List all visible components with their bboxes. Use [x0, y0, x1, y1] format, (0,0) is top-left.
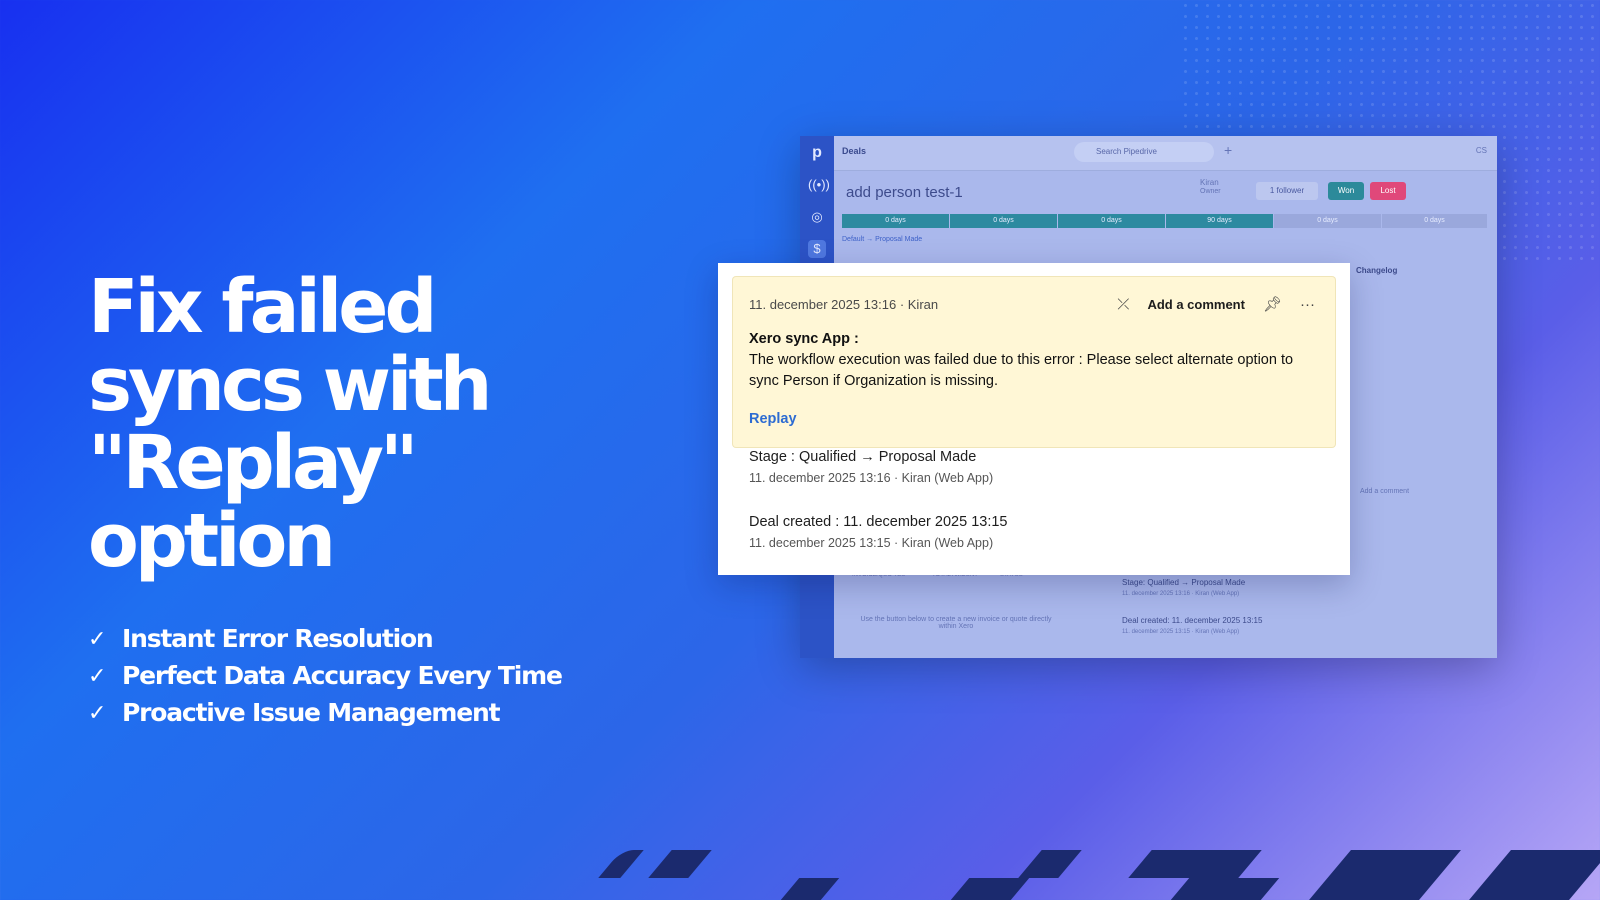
- search-input[interactable]: Search Pipedrive: [1074, 142, 1214, 162]
- pipedrive-logo-icon: p: [812, 144, 822, 161]
- note-text: The workflow execution was failed due to…: [749, 352, 1294, 389]
- stage[interactable]: 0 days: [1382, 214, 1487, 228]
- feature-text: Instant Error Resolution: [122, 624, 434, 653]
- headline: Fix failed syncs with "Replay" option: [88, 264, 492, 584]
- tab-changelog[interactable]: Changelog: [1356, 266, 1397, 275]
- feature-list: ✓ Instant Error Resolution ✓ Perfect Data …: [88, 620, 648, 731]
- stage[interactable]: 0 days: [1274, 214, 1381, 228]
- stage-meta: 11. december 2025 13:16 · Kiran (Web App…: [749, 471, 994, 485]
- created-meta: 11. december 2025 13:15 · Kiran (Web App…: [749, 536, 994, 550]
- feature-text: Proactive Issue Management: [122, 698, 501, 727]
- decor-stripe: [1469, 850, 1600, 900]
- decor-stripe: [1128, 850, 1262, 878]
- created-title: Deal created : 11. december 2025 13:15: [749, 514, 1008, 530]
- won-button[interactable]: Won: [1328, 182, 1364, 200]
- breadcrumb: Default → Proposal Made: [842, 236, 923, 243]
- deal-title: add person test-1: [846, 184, 963, 201]
- sync-error-note: 11. december 2025 13:16 · Kiran ⤫ Add a …: [733, 277, 1335, 447]
- decor-stripe: [598, 850, 644, 878]
- follower-dropdown[interactable]: 1 follower: [1256, 182, 1318, 200]
- plus-icon[interactable]: +: [1224, 142, 1232, 158]
- decor-stripe: [1018, 850, 1082, 878]
- target-icon[interactable]: ◎: [808, 208, 826, 226]
- user-initials[interactable]: CS: [1476, 146, 1487, 155]
- ghost-stage-meta: 11. december 2025 13:16 · Kiran (Web App…: [1122, 591, 1240, 597]
- note-meta: 11. december 2025 13:16 · Kiran: [749, 297, 939, 312]
- feature-item: ✓ Perfect Data Accuracy Every Time: [88, 657, 648, 694]
- stage[interactable]: 90 days: [1166, 214, 1273, 228]
- stage[interactable]: 0 days: [950, 214, 1057, 228]
- replay-link[interactable]: Replay: [749, 411, 797, 427]
- app-topbar: Deals Search Pipedrive + CS: [834, 136, 1497, 171]
- owner-role: Owner: [1200, 188, 1221, 195]
- check-icon: ✓: [88, 699, 107, 725]
- ghost-stage-title: Stage: Qualified → Proposal Made: [1122, 578, 1246, 587]
- ghost-created-title: Deal created: 11. december 2025 13:15: [1122, 616, 1263, 625]
- check-icon: ✓: [88, 625, 107, 651]
- note-body: Xero sync App : The workflow execution w…: [749, 329, 1319, 392]
- ghost-add-comment[interactable]: Add a comment: [1360, 488, 1409, 495]
- decor-stripe: [648, 850, 712, 878]
- stage-title: Stage : Qualified → Proposal Made: [749, 449, 977, 465]
- note-heading: Xero sync App :: [749, 331, 859, 347]
- xero-hint: Use the button below to create a new inv…: [860, 616, 1052, 630]
- pipeline-stages: 0 days 0 days 0 days 90 days 0 days 0 da…: [842, 214, 1487, 228]
- add-comment-button[interactable]: Add a comment: [1147, 297, 1245, 312]
- ghost-created-meta: 11. december 2025 13:15 · Kiran (Web App…: [1122, 629, 1240, 635]
- note-actions: ⤫ Add a comment 📌︎ ···: [1117, 295, 1315, 314]
- feature-item: ✓ Proactive Issue Management: [88, 694, 648, 731]
- check-icon: ✓: [88, 662, 107, 688]
- deals-label: Deals: [842, 146, 867, 156]
- feature-item: ✓ Instant Error Resolution: [88, 620, 648, 657]
- decor-stripe: [1309, 850, 1461, 900]
- collapse-icon[interactable]: ⤫: [1117, 296, 1129, 313]
- more-icon[interactable]: ···: [1300, 296, 1315, 313]
- feature-text: Perfect Data Accuracy Every Time: [122, 661, 563, 690]
- decor-stripe: [1170, 878, 1280, 900]
- lost-button[interactable]: Lost: [1370, 182, 1406, 200]
- deals-icon[interactable]: $: [808, 240, 826, 258]
- decor-stripe: [780, 878, 840, 900]
- stage[interactable]: 0 days: [842, 214, 949, 228]
- owner-name: Kiran: [1200, 178, 1219, 187]
- stage[interactable]: 0 days: [1058, 214, 1165, 228]
- pin-icon[interactable]: 📌︎: [1263, 295, 1282, 313]
- activity-created: Deal created : 11. december 2025 13:15 1…: [749, 514, 1008, 550]
- radio-icon[interactable]: ((•)): [808, 176, 830, 194]
- decor-stripe: [950, 878, 1030, 900]
- activity-stage: Stage : Qualified → Proposal Made 11. de…: [749, 449, 993, 485]
- hero: Fix failed syncs with "Replay" option ✓ I…: [88, 268, 648, 731]
- activity-card: 11. december 2025 13:16 · Kiran ⤫ Add a …: [718, 263, 1350, 575]
